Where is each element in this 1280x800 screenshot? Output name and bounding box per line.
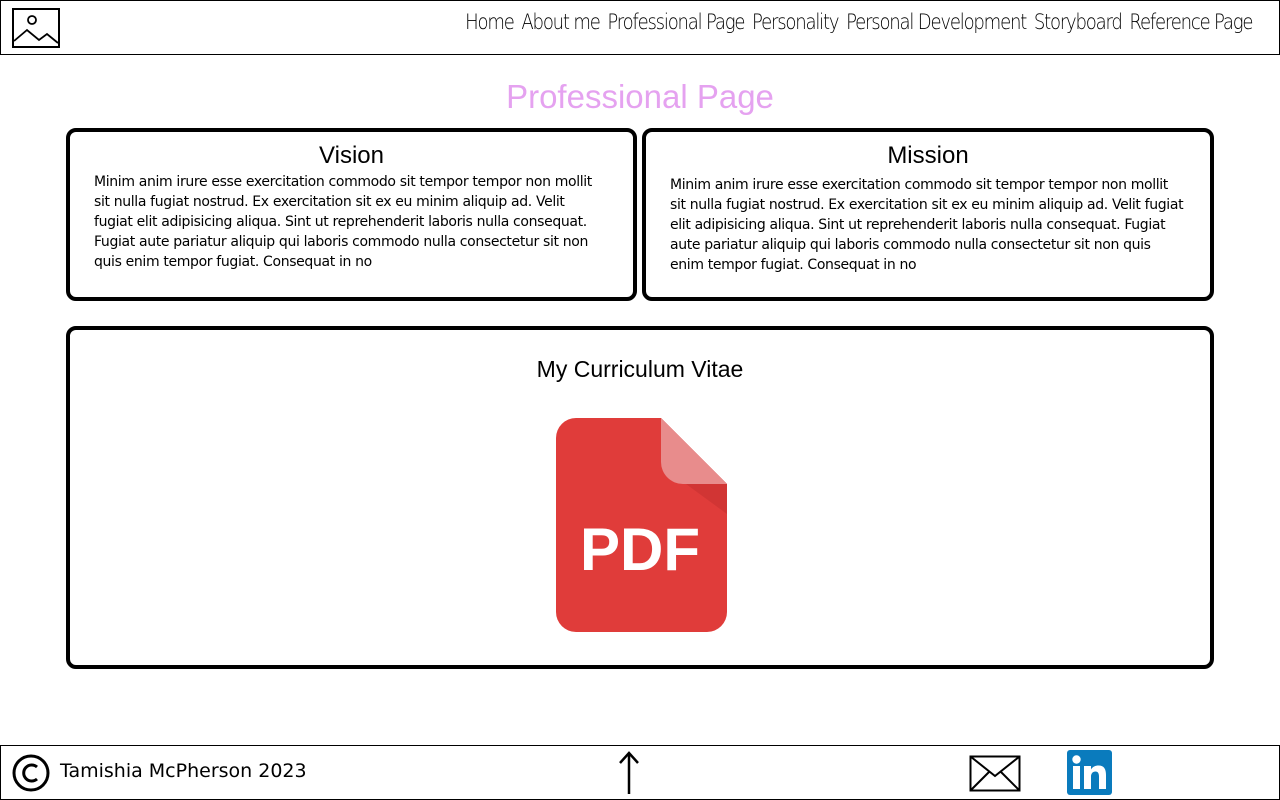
vision-text: Minim anim irure esse exercitation commo… xyxy=(94,174,592,270)
vision-title: Vision xyxy=(319,142,384,169)
cv-title: My Curriculum Vitae xyxy=(536,356,744,382)
vision-card: Vision Minim anim irure esse exercitatio… xyxy=(66,128,637,301)
mail-icon[interactable] xyxy=(969,755,1021,792)
copyright-icon xyxy=(12,754,50,792)
main-nav: Home About me Professional Page Personal… xyxy=(465,10,1253,34)
nav-personality[interactable]: Personality xyxy=(752,10,840,34)
mission-title: Mission xyxy=(887,142,969,169)
mission-text: Minim anim irure esse exercitation commo… xyxy=(670,177,1184,273)
image-placeholder-icon[interactable] xyxy=(12,8,60,48)
nav-reference-page[interactable]: Reference Page xyxy=(1129,10,1253,34)
cv-card: My Curriculum Vitae PDF xyxy=(66,326,1214,669)
pdf-file-icon[interactable]: PDF xyxy=(556,418,727,632)
nav-personal-development[interactable]: Personal Development xyxy=(846,10,1027,34)
pdf-label: PDF xyxy=(580,516,700,583)
nav-home[interactable]: Home xyxy=(465,10,515,34)
page-title: Professional Page xyxy=(506,78,774,115)
up-arrow-icon[interactable] xyxy=(615,750,643,796)
site-header: Home About me Professional Page Personal… xyxy=(0,0,1280,55)
footer-copyright-text: Tamishia McPherson 2023 xyxy=(60,760,307,782)
site-footer: Tamishia McPherson 2023 xyxy=(0,745,1280,800)
linkedin-icon[interactable] xyxy=(1067,750,1112,795)
nav-professional-page[interactable]: Professional Page xyxy=(607,10,745,34)
mission-card: Mission Minim anim irure esse exercitati… xyxy=(642,128,1214,301)
nav-storyboard[interactable]: Storyboard xyxy=(1034,10,1123,34)
nav-about-me[interactable]: About me xyxy=(521,10,600,34)
